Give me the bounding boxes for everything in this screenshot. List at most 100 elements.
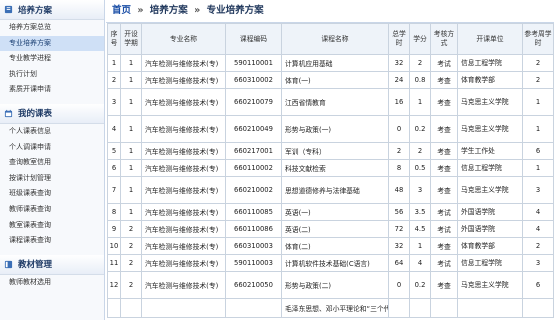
breadcrumb-separator: »: [194, 5, 201, 16]
table-cell-col-index: 8: [107, 203, 121, 221]
table-cell-col-total-hours: 32: [388, 237, 410, 255]
table-cell-col-assessment: 考试: [430, 254, 458, 272]
table-cell-col-course-name: 体育(二): [281, 237, 389, 255]
table-cell-col-major: [141, 298, 226, 318]
sidebar: 培养方案 培养方案总览 专业培养方案 专业教学进程 执行计划 素质开课申请 我的…: [0, 0, 105, 320]
table-cell-col-course-code: 660110085: [225, 203, 282, 221]
table-cell-col-assessment: 考查: [430, 159, 458, 177]
sidebar-section-my-schedule[interactable]: 我的课表: [0, 103, 104, 124]
table-cell-col-total-hours: 64: [388, 254, 410, 272]
table-header-col-assessment: 考核方式: [430, 23, 458, 55]
table-cell-col-credits: 0.2: [409, 115, 431, 143]
table-cell-col-assessment: 考查: [430, 71, 458, 89]
table-cell-col-weekly-hours: 2: [522, 237, 554, 255]
breadcrumb-current: 专业培养方案: [206, 5, 264, 16]
table-row: 9 2 汽车检测与维修技术(专) 660110086 英语(二) 72 4.5 考试 外国语学院…: [107, 220, 554, 238]
sidebar-item-execution-plan[interactable]: 执行计划: [0, 67, 104, 83]
table-header-col-semester: 开设学期: [120, 23, 142, 55]
table-cell-col-major: 汽车检测与维修技术(专): [141, 142, 226, 160]
sidebar-item-class-schedule-query[interactable]: 班级课表查询: [0, 186, 104, 202]
table-header-col-weekly-hours: 参考周学时: [522, 23, 554, 55]
sidebar-item-major-plan[interactable]: 专业培养方案: [0, 35, 104, 52]
table-cell-col-semester: 1: [120, 54, 142, 72]
table-cell-col-assessment: 考查: [430, 115, 458, 143]
table-cell-col-semester: 2: [120, 220, 142, 238]
sidebar-item-course-plan-manage[interactable]: 按课计划管理: [0, 171, 104, 187]
table-cell-col-course-name: 计算机应用基础: [281, 54, 389, 72]
table-cell-col-index: 4: [107, 115, 121, 143]
table-cell-col-credits: 4: [409, 254, 431, 272]
table-cell-col-total-hours: 2: [388, 142, 410, 160]
breadcrumb-home-link[interactable]: 首页: [112, 5, 131, 16]
table-cell-col-index: 11: [107, 254, 121, 272]
table-cell-col-major: 汽车检测与维修技术(专): [141, 115, 226, 143]
table-row-partial: 毛泽东思想、邓小平理论和“三个代: [107, 298, 554, 318]
table-cell-col-weekly-hours: 6: [522, 142, 554, 160]
table-cell-col-assessment: 考查: [430, 271, 458, 299]
table-row: 12 2 汽车检测与维修技术(专) 660210050 形势与政策(二) 0 0.2 考查 马克…: [107, 271, 554, 299]
table-cell-col-total-hours: 32: [388, 54, 410, 72]
table-cell-col-course-code: 590110001: [225, 54, 282, 72]
sidebar-section-training-plan[interactable]: 培养方案: [0, 0, 104, 20]
table-cell-col-assessment: 考试: [430, 203, 458, 221]
table-cell-col-weekly-hours: 1: [522, 159, 554, 177]
table-cell-col-credits: 2: [409, 54, 431, 72]
table-cell-col-semester: 2: [120, 237, 142, 255]
table-cell-col-course-code: 660310003: [225, 237, 282, 255]
table-cell-col-course-name: 英语(一): [281, 203, 389, 221]
table-cell-col-credits: [409, 298, 431, 318]
sidebar-item-room-schedule-query[interactable]: 教室课表查询: [0, 218, 104, 234]
table-cell-col-assessment: 考试: [430, 220, 458, 238]
table-cell-col-credits: 0.5: [409, 159, 431, 177]
sidebar-item-teaching-progress[interactable]: 专业教学进程: [0, 51, 104, 67]
table-cell-col-major: 汽车检测与维修技术(专): [141, 176, 226, 204]
table-cell-col-semester: 2: [120, 254, 142, 272]
table-cell-col-index: 9: [107, 220, 121, 238]
table-cell-col-major: 汽车检测与维修技术(专): [141, 271, 226, 299]
table-cell-col-weekly-hours: 3: [522, 254, 554, 272]
table-cell-col-weekly-hours: 1: [522, 88, 554, 116]
sidebar-section-textbook[interactable]: 教材管理: [0, 254, 104, 275]
table-row: 3 1 汽车检测与维修技术(专) 660210079 江西省情教育 16 1 考查 马克思主义学…: [107, 88, 554, 116]
table-cell-col-index: 5: [107, 142, 121, 160]
table-cell-col-assessment: 考试: [430, 54, 458, 72]
table-cell-col-total-hours: 72: [388, 220, 410, 238]
table-cell-col-weekly-hours: 4: [522, 220, 554, 238]
table-cell-col-assessment: 考查: [430, 237, 458, 255]
table-cell-col-credits: 2: [409, 142, 431, 160]
table-header-col-course-code: 课程编码: [225, 23, 282, 55]
sidebar-item-classroom-query[interactable]: 查询教室信用: [0, 155, 104, 171]
table-cell-col-course-name: 计算机软件技术基础(C语言): [281, 254, 389, 272]
sidebar-item-course-schedule-query[interactable]: 课程课表查询: [0, 233, 104, 249]
table-row: 11 2 汽车检测与维修技术(专) 590110003 计算机软件技术基础(C语言) 64…: [107, 254, 554, 272]
table-cell-col-index: [107, 298, 121, 318]
table-cell-col-semester: 1: [120, 115, 142, 143]
sidebar-item-quality-course-apply[interactable]: 素质开课申请: [0, 82, 104, 98]
main-content: 首页 » 培养方案 » 专业培养方案 序号 开设学期 专业名称 课程编码 课程名称 总学时…: [106, 0, 554, 320]
table-row: 4 1 汽车检测与维修技术(专) 660210049 形势与政策(一) 0 0.2 考查 马克思…: [107, 115, 554, 143]
sidebar-item-textbook-selection[interactable]: 教师教材选用: [0, 275, 104, 291]
table-cell-col-semester: 1: [120, 71, 142, 89]
table-cell-col-total-hours: 24: [388, 71, 410, 89]
breadcrumb-level1[interactable]: 培养方案: [150, 5, 188, 16]
table-cell-col-department: 马克思主义学院: [457, 271, 523, 299]
table-cell-col-department: 马克思主义学院: [457, 115, 523, 143]
sidebar-item-personal-schedule[interactable]: 个人课表信息: [0, 124, 104, 140]
table-cell-col-total-hours: 16: [388, 88, 410, 116]
table-cell-col-credits: 1: [409, 237, 431, 255]
table-cell-col-credits: 0.8: [409, 71, 431, 89]
table-cell-col-course-code: 660110002: [225, 159, 282, 177]
table-cell-col-credits: 3.5: [409, 203, 431, 221]
sidebar-item-class-change-apply[interactable]: 个人调课申请: [0, 140, 104, 156]
table-cell-col-department: 马克思主义学院: [457, 88, 523, 116]
sidebar-item-teacher-schedule-query[interactable]: 教师课表查询: [0, 202, 104, 218]
table-cell-col-weekly-hours: 1: [522, 115, 554, 143]
table-cell-col-weekly-hours: 2: [522, 54, 554, 72]
sidebar-item-plan-overview[interactable]: 培养方案总览: [0, 20, 104, 36]
table-cell-col-index: 6: [107, 159, 121, 177]
table-header-col-index: 序号: [107, 23, 121, 55]
breadcrumb: 首页 » 培养方案 » 专业培养方案: [106, 0, 554, 23]
table-cell-col-department: [457, 298, 523, 318]
table-cell-col-credits: 3: [409, 176, 431, 204]
calendar-icon: [4, 109, 13, 118]
